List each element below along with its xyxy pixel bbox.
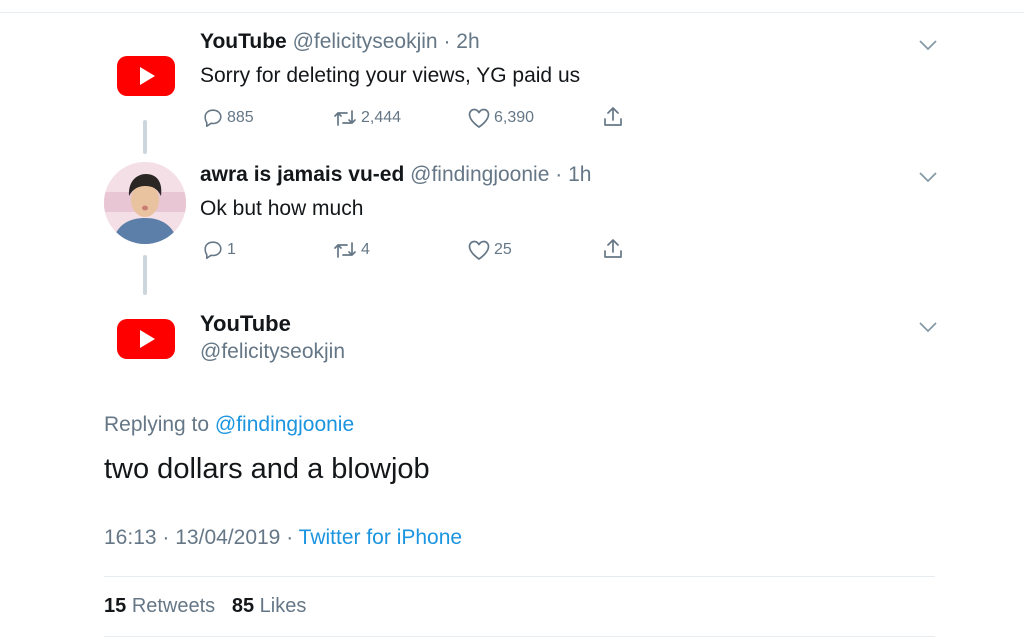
top-divider [0, 12, 1024, 13]
like-button[interactable]: 6,390 [467, 107, 534, 129]
retweets-label: Retweets [131, 595, 216, 617]
likes-stat[interactable]: 85 Likes [232, 595, 307, 617]
reply-count: 885 [227, 109, 254, 126]
replying-prefix: Replying to [104, 413, 210, 436]
main-author-handle[interactable]: @felicityseokjin [200, 340, 345, 364]
tweet-text: Sorry for deleting your views, YG paid u… [200, 64, 581, 87]
tweet-meta: 16:13 · 13/04/2019 · Twitter for iPhone [104, 526, 462, 550]
youtube-logo-icon[interactable] [117, 319, 175, 359]
tweet-header: awra is jamais vu-ed @findingjoonie · 1h [200, 163, 591, 187]
likes-count: 85 [231, 595, 255, 617]
retweet-icon [334, 110, 356, 126]
mention-link[interactable]: @findingjoonie [215, 413, 354, 436]
main-tweet-text: two dollars and a blowjob [104, 453, 430, 485]
tweet-thread-page: YouTube @felicityseokjin · 2h Sorry for … [0, 0, 1024, 644]
stats-divider-top [104, 576, 935, 577]
tweet-time[interactable]: 2h [456, 30, 479, 53]
retweet-button[interactable]: 2,444 [332, 107, 401, 129]
tweet-date[interactable]: 13/04/2019 [175, 526, 280, 549]
reply-icon [204, 241, 222, 260]
chevron-down-icon[interactable] [918, 38, 938, 52]
share-icon [604, 107, 622, 126]
retweet-count: 4 [361, 241, 370, 258]
author-handle[interactable]: @findingjoonie [410, 163, 549, 186]
separator-dot: · [286, 526, 294, 549]
retweet-button[interactable]: 4 [332, 239, 370, 261]
retweets-stat[interactable]: 15 Retweets [104, 595, 215, 617]
retweet-count: 2,444 [361, 109, 402, 126]
tweet-text: Ok but how much [200, 197, 364, 220]
user-avatar[interactable] [104, 162, 186, 244]
stats-divider-bottom [104, 636, 935, 637]
chevron-down-icon[interactable] [918, 320, 938, 334]
like-count: 6,390 [494, 109, 535, 126]
author-name[interactable]: awra is jamais vu-ed [200, 163, 404, 186]
chevron-down-icon[interactable] [918, 170, 938, 184]
tweet-timestamp[interactable]: 16:13 [104, 526, 157, 549]
reply-icon [204, 109, 222, 128]
share-button[interactable] [601, 105, 625, 129]
share-icon [604, 239, 622, 258]
author-name[interactable]: YouTube [200, 30, 287, 53]
engagement-stats: 15 Retweets 85 Likes [104, 595, 306, 618]
reply-button[interactable]: 1 [202, 239, 236, 261]
retweet-icon [334, 242, 356, 258]
youtube-logo-icon[interactable] [117, 56, 175, 96]
source-link[interactable]: Twitter for iPhone [299, 526, 462, 549]
retweets-count: 15 [104, 595, 127, 617]
reply-button[interactable]: 885 [202, 107, 254, 129]
tweet-time[interactable]: 1h [568, 163, 591, 186]
author-handle[interactable]: @felicityseokjin [293, 30, 438, 53]
separator-dot: · [162, 526, 170, 549]
like-button[interactable]: 25 [467, 239, 512, 261]
thread-connector [143, 120, 147, 154]
separator-dot: · [555, 163, 563, 186]
main-author-name[interactable]: YouTube [200, 311, 291, 337]
heart-icon [468, 108, 490, 128]
like-count: 25 [494, 241, 512, 258]
tweet-header: YouTube @felicityseokjin · 2h [200, 30, 480, 54]
separator-dot: · [443, 30, 451, 53]
share-button[interactable] [601, 237, 625, 261]
replying-to: Replying to @findingjoonie [104, 413, 354, 437]
likes-label: Likes [259, 595, 307, 617]
heart-icon [468, 240, 490, 260]
thread-connector [143, 255, 147, 295]
reply-count: 1 [227, 241, 236, 258]
